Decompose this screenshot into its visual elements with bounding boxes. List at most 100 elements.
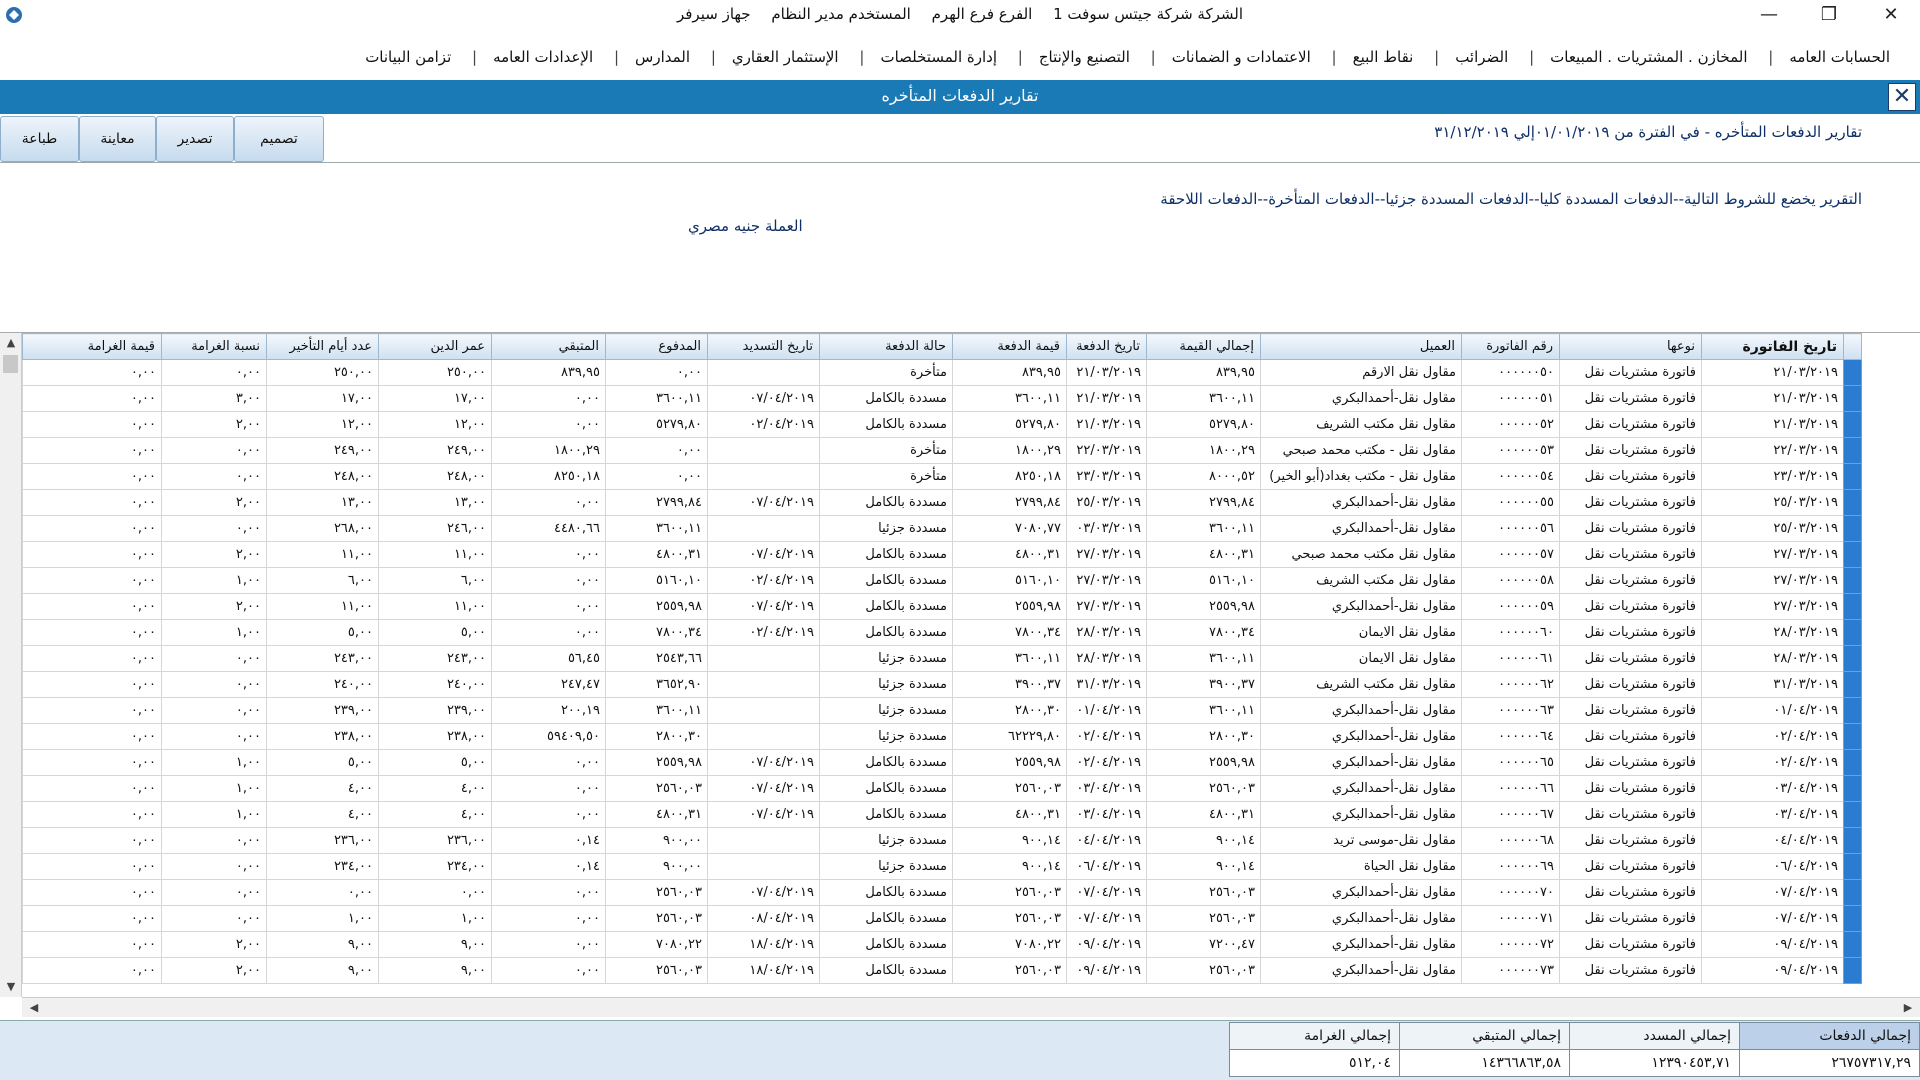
cell-payment-date[interactable]: ٠٦/٠٤/٢٠١٩ <box>1066 853 1147 880</box>
horizontal-scrollbar[interactable]: ◀ ▶ <box>22 997 1920 1017</box>
cell-invoice-date[interactable]: ٢٧/٠٣/٢٠١٩ <box>1701 593 1844 620</box>
cell-delay-days[interactable]: ٤,٠٠ <box>266 775 379 802</box>
cell-paid[interactable]: ٢٥٦٠,٠٣ <box>605 775 708 802</box>
cell-customer[interactable]: مقاول نقل-أحمدالبكري <box>1260 957 1462 984</box>
cell-type[interactable]: فاتورة مشتريات نقل <box>1559 385 1702 412</box>
cell-invoice-number[interactable]: ٠٠٠٠٠٠٦٢ <box>1461 671 1560 698</box>
table-row[interactable]: ٠٧/٠٤/٢٠١٩ فاتورة مشتريات نقل ٠٠٠٠٠٠٧٠ مقاو… <box>22 879 1862 906</box>
cell-penalty-rate[interactable]: ٠,٠٠ <box>161 645 267 672</box>
cell-paid[interactable]: ٠,٠٠ <box>605 463 708 490</box>
cell-total-value[interactable]: ٧٢٠٠,٤٧ <box>1146 931 1261 958</box>
cell-penalty-rate[interactable]: ٠,٠٠ <box>161 905 267 932</box>
cell-payment-status[interactable]: مسددة بالكامل <box>819 775 953 802</box>
cell-type[interactable]: فاتورة مشتريات نقل <box>1559 515 1702 542</box>
cell-delay-days[interactable]: ١٢,٠٠ <box>266 411 379 438</box>
cell-type[interactable]: فاتورة مشتريات نقل <box>1559 411 1702 438</box>
cell-payment-date[interactable]: ٣١/٠٣/٢٠١٩ <box>1066 671 1147 698</box>
cell-type[interactable]: فاتورة مشتريات نقل <box>1559 697 1702 724</box>
cell-payment-value[interactable]: ٢٧٩٩,٨٤ <box>952 489 1067 516</box>
cell-debt-age[interactable]: ٦,٠٠ <box>378 567 492 594</box>
cell-settlement-date[interactable]: ٠٢/٠٤/٢٠١٩ <box>707 619 820 646</box>
cell-penalty-rate[interactable]: ١,٠٠ <box>161 801 267 828</box>
cell-payment-status[interactable]: مسددة بالكامل <box>819 749 953 776</box>
table-row[interactable]: ٠٩/٠٤/٢٠١٩ فاتورة مشتريات نقل ٠٠٠٠٠٠٧٢ مقاو… <box>22 931 1862 958</box>
cell-type[interactable]: فاتورة مشتريات نقل <box>1559 671 1702 698</box>
cell-payment-date[interactable]: ٠٩/٠٤/٢٠١٩ <box>1066 957 1147 984</box>
col-penalty-value[interactable]: قيمة الغرامة <box>22 333 162 360</box>
cell-invoice-date[interactable]: ٠٤/٠٤/٢٠١٩ <box>1701 827 1844 854</box>
cell-invoice-number[interactable]: ٠٠٠٠٠٠٥٤ <box>1461 463 1560 490</box>
cell-penalty-value[interactable]: ٠,٠٠ <box>22 827 162 854</box>
cell-penalty-rate[interactable]: ٠,٠٠ <box>161 437 267 464</box>
cell-paid[interactable]: ٧٠٨٠,٢٢ <box>605 931 708 958</box>
cell-delay-days[interactable]: ٢٦٨,٠٠ <box>266 515 379 542</box>
cell-total-value[interactable]: ٢٥٦٠,٠٣ <box>1146 905 1261 932</box>
cell-type[interactable]: فاتورة مشتريات نقل <box>1559 489 1702 516</box>
row-selector[interactable] <box>1843 671 1862 698</box>
cell-payment-date[interactable]: ٢٢/٠٣/٢٠١٩ <box>1066 437 1147 464</box>
cell-debt-age[interactable]: ١,٠٠ <box>378 905 492 932</box>
cell-payment-status[interactable]: مسددة بالكامل <box>819 801 953 828</box>
cell-penalty-value[interactable]: ٠,٠٠ <box>22 385 162 412</box>
col-invoice-date[interactable]: تاريخ الفاتورة <box>1701 333 1844 360</box>
table-row[interactable]: ٢٨/٠٣/٢٠١٩ فاتورة مشتريات نقل ٠٠٠٠٠٠٦٠ مقاو… <box>22 619 1862 646</box>
cell-customer[interactable]: مقاول نقل-أحمدالبكري <box>1260 749 1462 776</box>
cell-delay-days[interactable]: ٢٣٤,٠٠ <box>266 853 379 880</box>
cell-penalty-rate[interactable]: ٠,٠٠ <box>161 827 267 854</box>
cell-invoice-date[interactable]: ٢٥/٠٣/٢٠١٩ <box>1701 489 1844 516</box>
cell-remaining[interactable]: ٨٢٥٠,١٨ <box>491 463 606 490</box>
cell-payment-date[interactable]: ٠٣/٠٤/٢٠١٩ <box>1066 775 1147 802</box>
cell-payment-date[interactable]: ٠٤/٠٤/٢٠١٩ <box>1066 827 1147 854</box>
cell-customer[interactable]: مقاول نقل مكتب الشريف <box>1260 671 1462 698</box>
cell-invoice-number[interactable]: ٠٠٠٠٠٠٥٢ <box>1461 411 1560 438</box>
cell-debt-age[interactable]: ٥,٠٠ <box>378 749 492 776</box>
cell-payment-status[interactable]: مسددة جزئيا <box>819 723 953 750</box>
cell-total-value[interactable]: ٢٥٦٠,٠٣ <box>1146 775 1261 802</box>
cell-penalty-rate[interactable]: ٢,٠٠ <box>161 931 267 958</box>
cell-debt-age[interactable]: ٢٤٩,٠٠ <box>378 437 492 464</box>
cell-customer[interactable]: مقاول نقل-أحمدالبكري <box>1260 801 1462 828</box>
cell-delay-days[interactable]: ٢٤٣,٠٠ <box>266 645 379 672</box>
cell-penalty-rate[interactable]: ٢,٠٠ <box>161 593 267 620</box>
cell-payment-status[interactable]: مسددة بالكامل <box>819 905 953 932</box>
export-button[interactable]: تصدير <box>156 116 234 162</box>
cell-debt-age[interactable]: ٢٣٨,٠٠ <box>378 723 492 750</box>
cell-total-value[interactable]: ٣٩٠٠,٣٧ <box>1146 671 1261 698</box>
table-row[interactable]: ٠٣/٠٤/٢٠١٩ فاتورة مشتريات نقل ٠٠٠٠٠٠٦٦ مقاو… <box>22 775 1862 802</box>
cell-payment-value[interactable]: ٧٠٨٠,٧٧ <box>952 515 1067 542</box>
cell-invoice-number[interactable]: ٠٠٠٠٠٠٥٣ <box>1461 437 1560 464</box>
cell-type[interactable]: فاتورة مشتريات نقل <box>1559 437 1702 464</box>
row-selector[interactable] <box>1843 619 1862 646</box>
cell-paid[interactable]: ٣٦٥٢,٩٠ <box>605 671 708 698</box>
cell-paid[interactable]: ٠,٠٠ <box>605 359 708 386</box>
cell-paid[interactable]: ٩٠٠,٠٠ <box>605 827 708 854</box>
cell-payment-status[interactable]: مسددة بالكامل <box>819 567 953 594</box>
col-settlement-date[interactable]: تاريخ التسديد <box>707 333 820 360</box>
cell-delay-days[interactable]: ٠,٠٠ <box>266 879 379 906</box>
cell-total-value[interactable]: ٣٦٠٠,١١ <box>1146 645 1261 672</box>
cell-penalty-rate[interactable]: ٠,٠٠ <box>161 697 267 724</box>
cell-total-value[interactable]: ٢٥٦٠,٠٣ <box>1146 957 1261 984</box>
cell-invoice-date[interactable]: ٠٦/٠٤/٢٠١٩ <box>1701 853 1844 880</box>
cell-remaining[interactable]: ٠,٠٠ <box>491 905 606 932</box>
cell-penalty-rate[interactable]: ٣,٠٠ <box>161 385 267 412</box>
cell-payment-status[interactable]: مسددة بالكامل <box>819 489 953 516</box>
cell-type[interactable]: فاتورة مشتريات نقل <box>1559 567 1702 594</box>
cell-customer[interactable]: مقاول نقل-أحمدالبكري <box>1260 879 1462 906</box>
cell-settlement-date[interactable]: ٠٧/٠٤/٢٠١٩ <box>707 801 820 828</box>
scroll-down-icon[interactable]: ▼ <box>0 977 22 997</box>
cell-delay-days[interactable]: ٢٤٩,٠٠ <box>266 437 379 464</box>
cell-remaining[interactable]: ٥٦,٤٥ <box>491 645 606 672</box>
cell-penalty-rate[interactable]: ١,٠٠ <box>161 749 267 776</box>
cell-customer[interactable]: مقاول نقل-أحمدالبكري <box>1260 385 1462 412</box>
cell-type[interactable]: فاتورة مشتريات نقل <box>1559 619 1702 646</box>
cell-paid[interactable]: ٥٢٧٩,٨٠ <box>605 411 708 438</box>
cell-paid[interactable]: ٢٥٦٠,٠٣ <box>605 879 708 906</box>
cell-payment-status[interactable]: مسددة بالكامل <box>819 957 953 984</box>
scroll-thumb[interactable] <box>3 355 18 373</box>
cell-payment-date[interactable]: ٢١/٠٣/٢٠١٩ <box>1066 411 1147 438</box>
cell-penalty-value[interactable]: ٠,٠٠ <box>22 593 162 620</box>
cell-penalty-rate[interactable]: ٠,٠٠ <box>161 853 267 880</box>
cell-delay-days[interactable]: ١١,٠٠ <box>266 541 379 568</box>
table-row[interactable]: ٠٧/٠٤/٢٠١٩ فاتورة مشتريات نقل ٠٠٠٠٠٠٧١ مقاو… <box>22 905 1862 932</box>
